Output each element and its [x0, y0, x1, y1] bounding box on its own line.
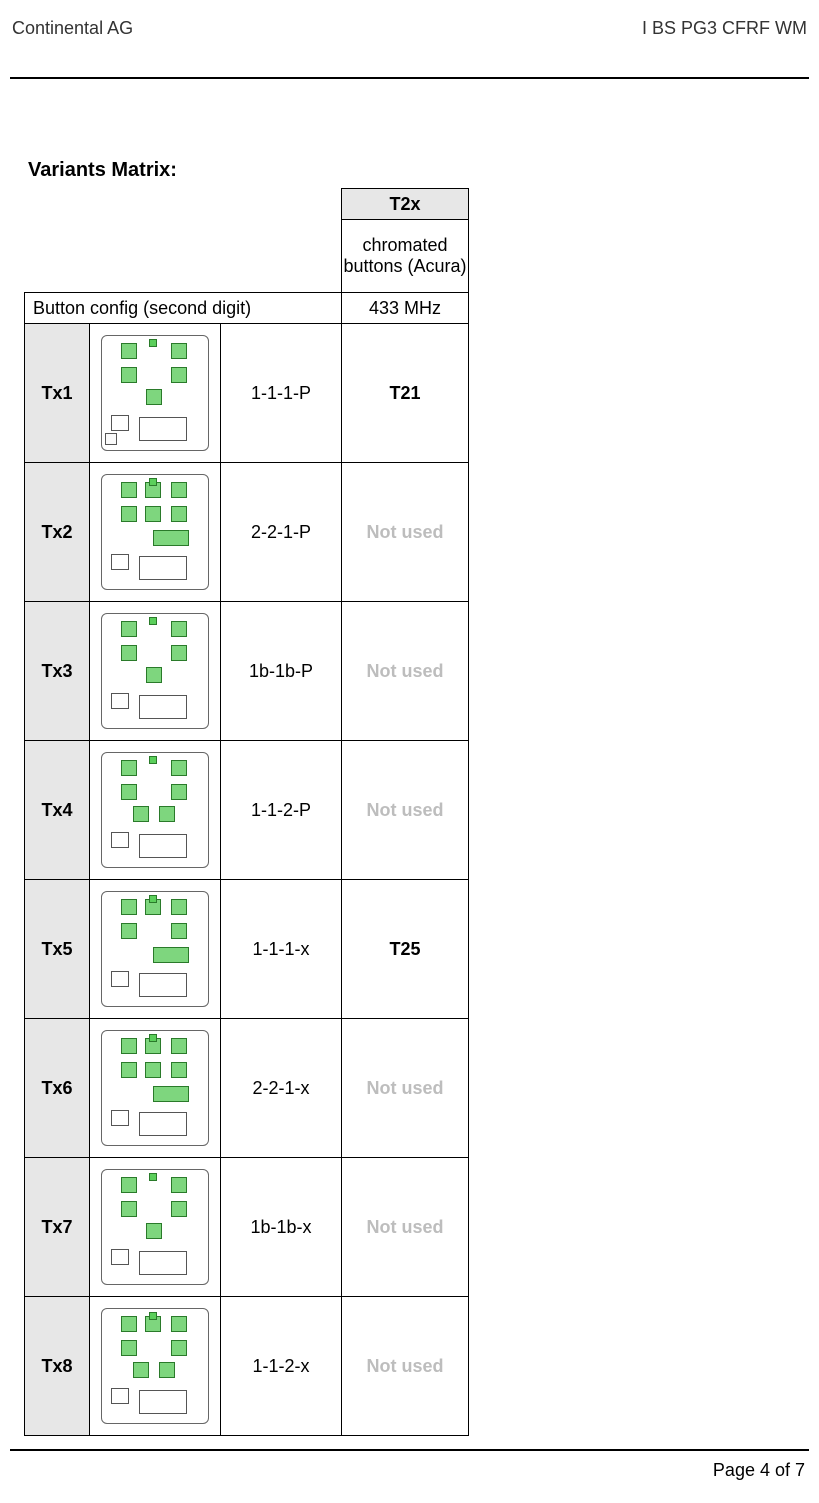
row-code: 1b-1b-P	[221, 602, 342, 741]
row-code: 1b-1b-x	[221, 1158, 342, 1297]
pcb-image	[90, 880, 221, 1019]
row-id: Tx7	[25, 1158, 90, 1297]
footer-page: Page 4 of 7	[713, 1460, 805, 1481]
row-code: 1-1-2-P	[221, 741, 342, 880]
row-value: Not used	[342, 463, 469, 602]
page: Continental AG I BS PG3 CFRF WM Variants…	[0, 0, 819, 1503]
pcb-image	[90, 602, 221, 741]
row-id: Tx4	[25, 741, 90, 880]
pcb-schematic-icon	[99, 750, 211, 870]
row-code: 1-1-1-P	[221, 324, 342, 463]
col-header-t2x: T2x	[342, 189, 469, 220]
row-code: 1-1-2-x	[221, 1297, 342, 1436]
table-row: Tx8 1-1-2	[25, 1297, 469, 1436]
footer-divider	[10, 1449, 809, 1451]
table-row: Tx5 1-1-1-x T2	[25, 880, 469, 1019]
pcb-schematic-icon	[99, 1167, 211, 1287]
pcb-image	[90, 1297, 221, 1436]
row-id: Tx5	[25, 880, 90, 1019]
pcb-schematic-icon	[99, 472, 211, 592]
col-subheader-buttons: chromated buttons (Acura)	[342, 220, 469, 293]
col-subheader-freq: 433 MHz	[342, 293, 469, 324]
row-value: Not used	[342, 1297, 469, 1436]
table-row: Tx3 1b-1b-P Not used	[25, 602, 469, 741]
row-id: Tx3	[25, 602, 90, 741]
row-code: 1-1-1-x	[221, 880, 342, 1019]
row-value: Not used	[342, 602, 469, 741]
pcb-image	[90, 1019, 221, 1158]
row-value: Not used	[342, 1019, 469, 1158]
row-id: Tx6	[25, 1019, 90, 1158]
content: Variants Matrix: T2x chromated buttons (…	[10, 79, 809, 1436]
table-row: Tx2 2-2-1	[25, 463, 469, 602]
row-header-button-config: Button config (second digit)	[25, 293, 342, 324]
row-value: T25	[342, 880, 469, 1019]
variants-matrix-table: T2x chromated buttons (Acura) Button con…	[24, 188, 469, 1436]
pcb-schematic-icon	[99, 889, 211, 1009]
blank-corner	[25, 189, 342, 220]
row-id: Tx2	[25, 463, 90, 602]
header: Continental AG I BS PG3 CFRF WM	[10, 18, 809, 45]
table-row: Tx4 1-1-2-P No	[25, 741, 469, 880]
pcb-schematic-icon	[99, 333, 211, 453]
row-value: Not used	[342, 1158, 469, 1297]
header-left: Continental AG	[12, 18, 133, 39]
blank-corner-2	[25, 220, 342, 293]
row-value: T21	[342, 324, 469, 463]
row-value: Not used	[342, 741, 469, 880]
pcb-image	[90, 741, 221, 880]
table-row: Tx6 2-2-1	[25, 1019, 469, 1158]
pcb-image	[90, 463, 221, 602]
pcb-image	[90, 324, 221, 463]
pcb-schematic-icon	[99, 1306, 211, 1426]
pcb-schematic-icon	[99, 611, 211, 731]
table-row: Tx1 1-1-1-P T2	[25, 324, 469, 463]
table-row: Tx7 1b-1b-x Not used	[25, 1158, 469, 1297]
row-code: 2-2-1-P	[221, 463, 342, 602]
pcb-schematic-icon	[99, 1028, 211, 1148]
row-id: Tx8	[25, 1297, 90, 1436]
row-code: 2-2-1-x	[221, 1019, 342, 1158]
section-title: Variants Matrix:	[28, 159, 809, 182]
pcb-image	[90, 1158, 221, 1297]
row-id: Tx1	[25, 324, 90, 463]
header-right: I BS PG3 CFRF WM	[642, 18, 807, 39]
